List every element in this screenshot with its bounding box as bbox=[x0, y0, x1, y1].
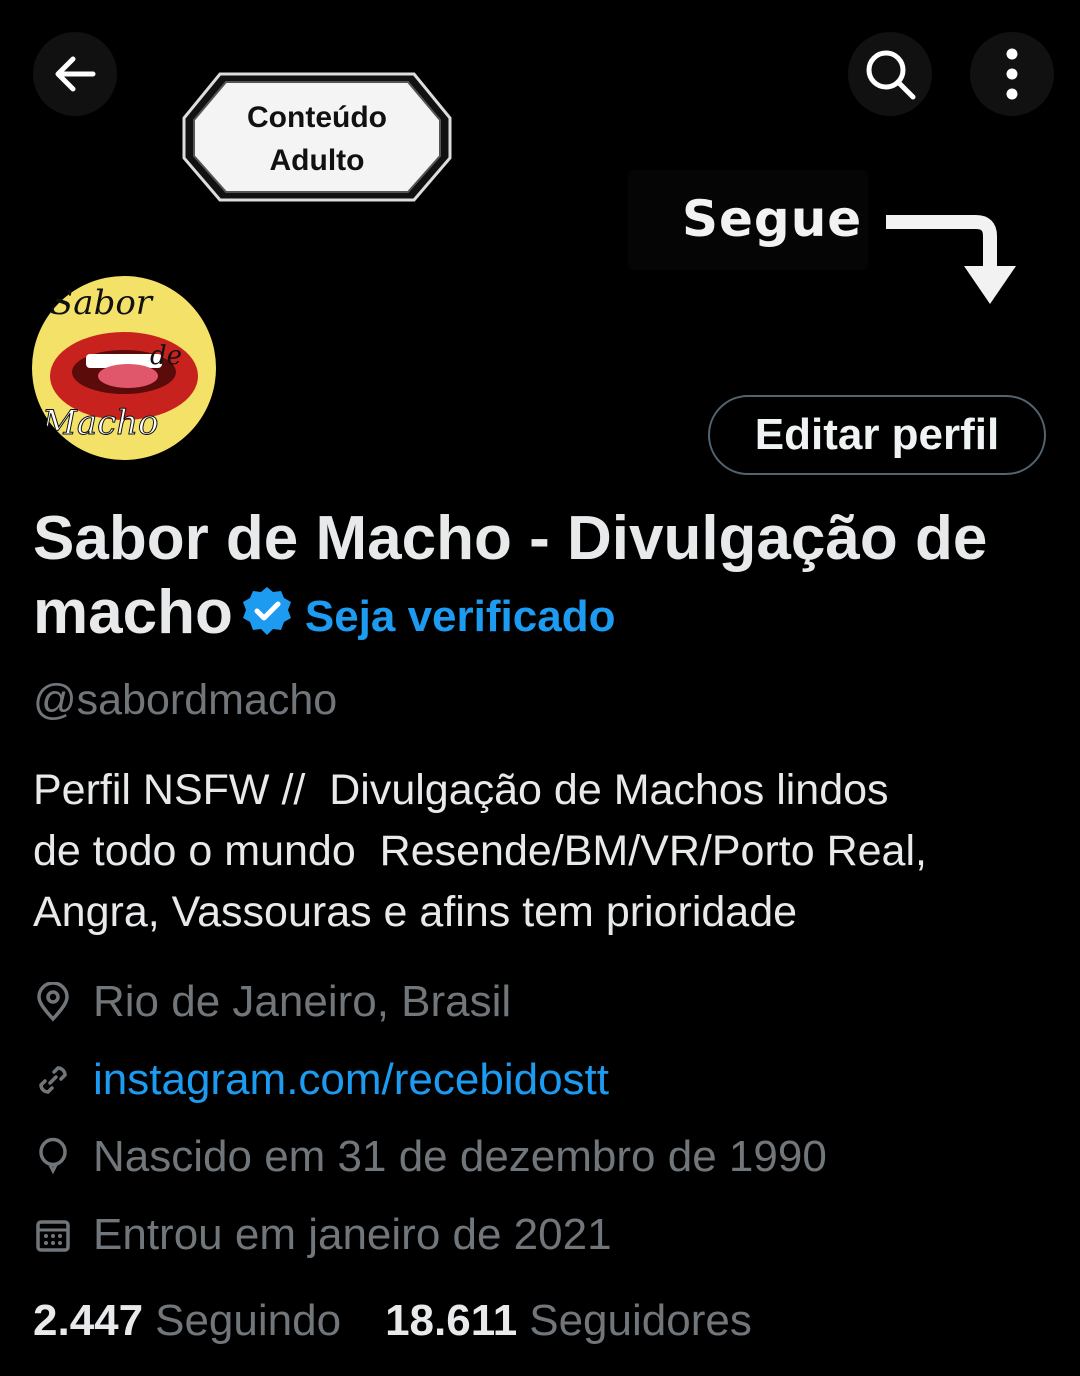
profile-name-block: Sabor de Macho - Divulgação de macho Sej… bbox=[33, 502, 1063, 654]
avatar-text-macho: Macho bbox=[41, 403, 159, 443]
followers-count: 18.611 bbox=[385, 1296, 518, 1345]
back-button[interactable] bbox=[33, 32, 117, 116]
arrow-left-icon bbox=[55, 56, 96, 92]
profile-handle: @sabordmacho bbox=[33, 676, 338, 724]
avatar-text-de: de bbox=[150, 341, 182, 371]
website-link[interactable]: instagram.com/recebidostt bbox=[93, 1055, 609, 1105]
verified-badge-icon[interactable] bbox=[241, 580, 293, 654]
following-label: Seguindo bbox=[155, 1296, 342, 1345]
arrow-down-right-icon bbox=[886, 215, 1016, 304]
followers-stat[interactable]: 18.611 Seguidores bbox=[385, 1296, 752, 1346]
profile-bio: Perfil NSFW // Divulgação de Machos lind… bbox=[33, 766, 927, 936]
follow-callout-text: Segue bbox=[682, 190, 863, 248]
followers-label: Seguidores bbox=[529, 1296, 752, 1345]
joined-text: Entrou em janeiro de 2021 bbox=[93, 1210, 612, 1259]
balloon-icon bbox=[39, 1137, 67, 1175]
more-button[interactable] bbox=[970, 32, 1054, 116]
more-vertical-icon bbox=[1006, 48, 1018, 100]
search-icon bbox=[866, 50, 916, 100]
link-icon bbox=[39, 1066, 67, 1094]
get-verified-link[interactable]: Seja verificado bbox=[305, 592, 616, 641]
website-row: instagram.com/recebidostt bbox=[33, 1050, 609, 1110]
adult-badge-line2: Adulto bbox=[269, 144, 365, 177]
edit-profile-button[interactable]: Editar perfil bbox=[708, 395, 1046, 475]
joined-row: Entrou em janeiro de 2021 bbox=[33, 1205, 612, 1265]
location-row: Rio de Janeiro, Brasil bbox=[33, 972, 511, 1032]
location-text: Rio de Janeiro, Brasil bbox=[93, 977, 512, 1026]
following-stat[interactable]: 2.447 Seguindo bbox=[33, 1296, 341, 1346]
follow-stats: 2.447 Seguindo 18.611 Seguidores bbox=[33, 1296, 796, 1346]
calendar-icon bbox=[36, 1220, 70, 1252]
adult-content-badge: Conteúdo Adulto bbox=[182, 60, 452, 212]
adult-badge-line1: Conteúdo bbox=[247, 101, 387, 134]
birthday-text: Nascido em 31 de dezembro de 1990 bbox=[93, 1132, 827, 1181]
avatar[interactable]: Sabor de Macho bbox=[28, 272, 220, 464]
birthday-row: Nascido em 31 de dezembro de 1990 bbox=[33, 1127, 827, 1187]
location-pin-icon bbox=[37, 982, 69, 1022]
following-count: 2.447 bbox=[33, 1296, 144, 1345]
search-button[interactable] bbox=[848, 32, 932, 116]
